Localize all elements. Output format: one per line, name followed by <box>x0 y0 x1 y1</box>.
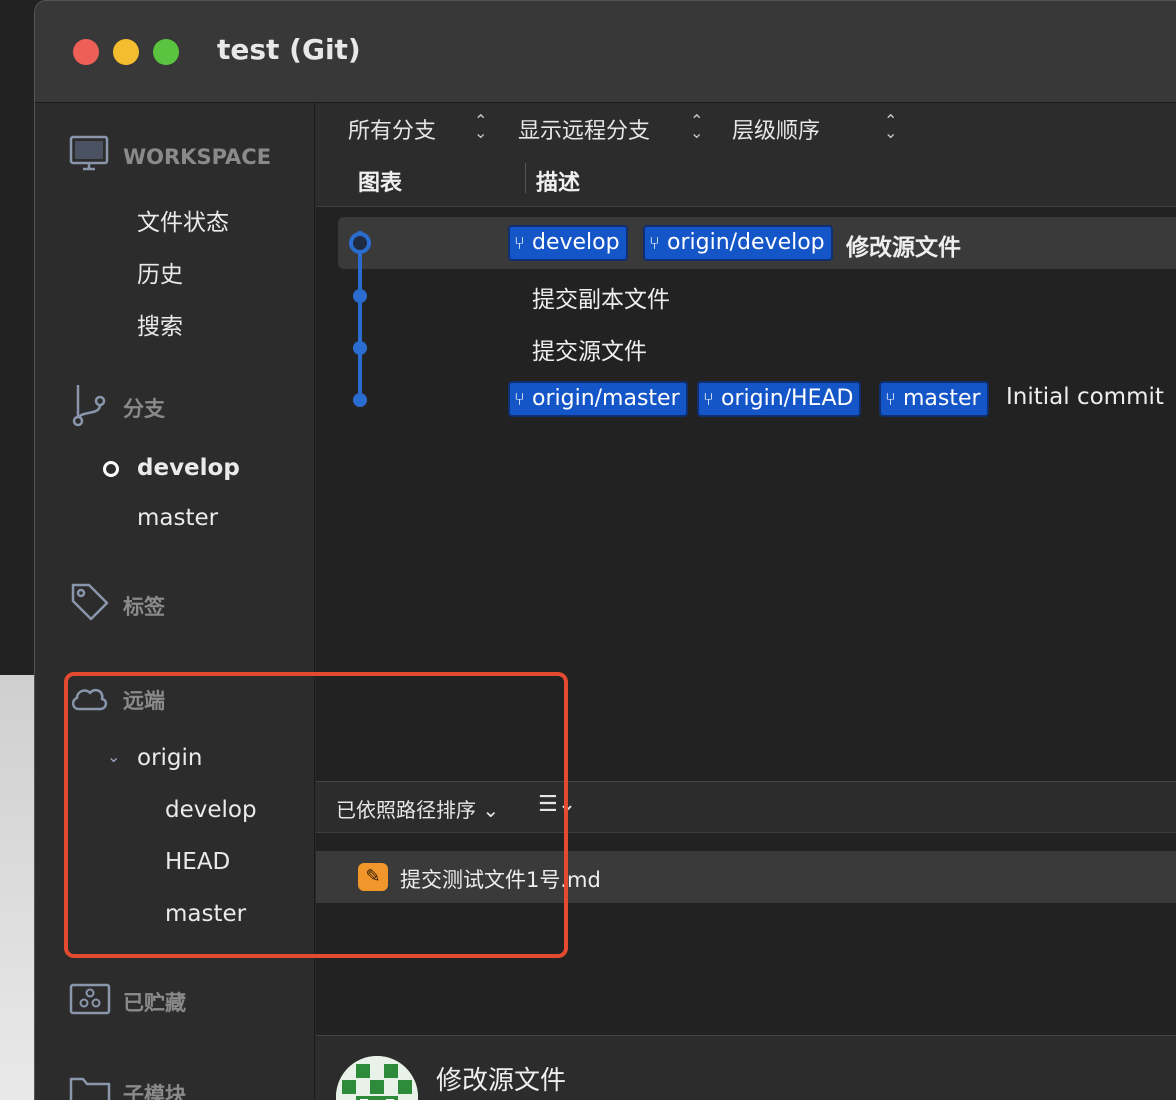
branch-icon: ⑂ <box>514 233 525 254</box>
chevron-down-icon[interactable]: ⌄ <box>107 747 120 766</box>
remote-branch-master[interactable]: master <box>165 901 246 927</box>
commit-message: 修改源文件 <box>846 235 961 261</box>
graph-node-head <box>349 232 371 254</box>
changed-files-list: ✎ 提交测试文件1号.md <box>316 833 1176 1035</box>
branch-badge[interactable]: ⑂ develop <box>508 225 628 261</box>
files-toolbar: 已依照路径排序 ⌄ ☰⌄ <box>316 781 1176 833</box>
branch-master[interactable]: master <box>137 505 218 531</box>
branch-badge[interactable]: ⑂ origin/develop <box>643 225 833 261</box>
commit-message: 提交副本文件 <box>532 287 670 313</box>
sidebar: WORKSPACE 文件状态 历史 搜索 分支 develop master 标… <box>35 103 315 1100</box>
commit-row[interactable]: ⑂ origin/master ⑂ origin/HEAD ⑂ master Init… <box>338 373 1176 425</box>
branch-badge[interactable]: ⑂ master <box>879 381 989 417</box>
branch-icon <box>72 385 106 427</box>
title-bar: test (Git) <box>35 1 1176 103</box>
folder-icon <box>69 1077 111 1100</box>
tag-icon <box>71 583 109 621</box>
commit-row[interactable]: 提交源文件 <box>338 321 1176 373</box>
stash-icon <box>69 983 111 1015</box>
current-branch-indicator <box>103 461 119 477</box>
section-tags[interactable]: 标签 <box>123 591 165 621</box>
section-workspace[interactable]: WORKSPACE <box>123 145 271 169</box>
remote-filter-select[interactable]: 显示远程分支 <box>518 113 650 145</box>
cloud-icon <box>71 688 108 711</box>
updown-chevron-icon[interactable]: ⌃ ⌄ <box>474 113 487 141</box>
column-graph[interactable]: 图表 <box>358 165 402 197</box>
section-stashes[interactable]: 已贮藏 <box>123 987 186 1017</box>
remote-branch-head[interactable]: HEAD <box>165 849 230 875</box>
remote-branch-develop[interactable]: develop <box>165 797 257 823</box>
column-description[interactable]: 描述 <box>536 165 580 197</box>
graph-node <box>353 393 367 407</box>
updown-chevron-icon[interactable]: ⌃ ⌄ <box>690 113 703 141</box>
branch-icon: ⑂ <box>649 233 660 254</box>
app-window: test (Git) WORKSPACE 文件状态 历史 搜索 分支 devel… <box>34 0 1176 1100</box>
commit-detail: 修改源文件 <box>316 1035 1176 1100</box>
minimize-window-button[interactable] <box>113 39 139 65</box>
avatar <box>336 1056 418 1100</box>
branch-icon: ⑂ <box>885 389 896 410</box>
identicon-icon <box>336 1056 418 1100</box>
updown-chevron-icon[interactable]: ⌃ ⌄ <box>884 113 897 141</box>
sort-dropdown[interactable]: 已依照路径排序 ⌄ <box>336 794 499 823</box>
section-submodules[interactable]: 子模块 <box>123 1079 186 1100</box>
branch-badge[interactable]: ⑂ origin/HEAD <box>697 381 862 417</box>
commit-detail-title: 修改源文件 <box>436 1066 567 1096</box>
window-title: test (Git) <box>217 33 361 66</box>
graph-line <box>358 231 362 393</box>
sidebar-item-history[interactable]: 历史 <box>137 255 183 289</box>
file-row[interactable]: ✎ 提交测试文件1号.md <box>316 851 1176 903</box>
zoom-window-button[interactable] <box>153 39 179 65</box>
desktop-background <box>0 675 36 1100</box>
graph-node <box>353 289 367 303</box>
sidebar-item-file-status[interactable]: 文件状态 <box>137 203 229 237</box>
close-window-button[interactable] <box>73 39 99 65</box>
column-header: 图表 描述 <box>316 155 1176 207</box>
section-branches[interactable]: 分支 <box>123 393 165 423</box>
sidebar-item-search[interactable]: 搜索 <box>137 307 183 341</box>
section-remotes[interactable]: 远端 <box>123 685 165 715</box>
commit-message: 提交源文件 <box>532 339 647 365</box>
column-divider[interactable] <box>525 163 526 193</box>
branch-icon: ⑂ <box>703 389 714 410</box>
list-view-icon[interactable]: ☰⌄ <box>538 792 576 817</box>
commit-row[interactable]: 提交副本文件 <box>338 269 1176 321</box>
branch-icon: ⑂ <box>514 389 525 410</box>
branch-badge[interactable]: ⑂ origin/master <box>508 381 688 417</box>
commit-list: ⑂ develop ⑂ origin/develop 修改源文件 提交副本文件 提交… <box>316 207 1176 781</box>
file-name: 提交测试文件1号.md <box>400 868 601 892</box>
commit-message: Initial commit <box>1006 384 1164 410</box>
branch-filter-select[interactable]: 所有分支 <box>348 113 436 145</box>
branch-develop[interactable]: develop <box>137 455 240 481</box>
filter-bar: 所有分支 ⌃ ⌄ 显示远程分支 ⌃ ⌄ 层级顺序 ⌃ ⌄ <box>316 103 1176 155</box>
remote-origin[interactable]: origin <box>137 745 203 771</box>
order-select[interactable]: 层级顺序 <box>732 113 820 145</box>
main-panel: 所有分支 ⌃ ⌄ 显示远程分支 ⌃ ⌄ 层级顺序 ⌃ ⌄ 图表 描述 ⑂ develop… <box>316 103 1176 1100</box>
modified-pencil-icon: ✎ <box>358 863 388 891</box>
commit-row[interactable]: ⑂ develop ⑂ origin/develop 修改源文件 <box>338 217 1176 269</box>
monitor-icon <box>69 135 109 171</box>
graph-node <box>353 341 367 355</box>
